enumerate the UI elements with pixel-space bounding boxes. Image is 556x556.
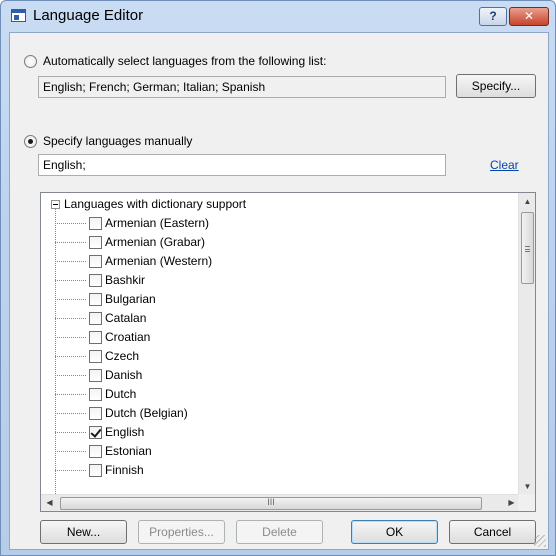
resize-grip-icon[interactable]: [534, 535, 546, 547]
horizontal-scrollbar[interactable]: ◀ III ▶: [41, 494, 520, 511]
close-button[interactable]: ✕: [509, 7, 549, 26]
tree-item[interactable]: Armenian (Grabar): [55, 234, 205, 250]
tree-item[interactable]: Bulgarian: [55, 291, 156, 307]
language-checkbox[interactable]: [89, 254, 102, 268]
tree-connector: [55, 260, 86, 262]
tree-item[interactable]: Danish: [55, 367, 142, 383]
language-label: Danish: [105, 368, 143, 382]
tree-connector: [55, 469, 86, 471]
tree-root-label: Languages with dictionary support: [64, 197, 247, 211]
language-checkbox[interactable]: [89, 463, 102, 477]
tree-connector: [55, 317, 86, 319]
scroll-corner: [518, 494, 535, 511]
language-label: Dutch: [105, 387, 137, 401]
language-label: English: [105, 425, 145, 439]
tree-connector: [55, 222, 86, 224]
language-label: Armenian (Grabar): [105, 235, 206, 249]
scroll-left-icon[interactable]: ◀: [41, 495, 58, 511]
language-editor-window: Language Editor ? ✕ Automatically select…: [0, 0, 556, 556]
app-window-icon: [11, 9, 26, 22]
language-label: Dutch (Belgian): [105, 406, 188, 420]
tree-root-node[interactable]: Languages with dictionary support: [51, 196, 246, 212]
auto-select-radio[interactable]: [24, 54, 37, 68]
tree-item[interactable]: Croatian: [55, 329, 150, 345]
manual-languages-input[interactable]: English;: [38, 154, 446, 176]
tree-connector: [55, 241, 86, 243]
language-checkbox[interactable]: [89, 292, 102, 306]
delete-button[interactable]: Delete: [236, 520, 323, 544]
language-label: Finnish: [105, 463, 144, 477]
language-checkbox[interactable]: [89, 273, 102, 287]
tree-connector: [55, 393, 86, 395]
tree-item[interactable]: Bashkir: [55, 272, 145, 288]
auto-languages-field: English; French; German; Italian; Spanis…: [38, 76, 446, 98]
language-checkbox[interactable]: [89, 444, 102, 458]
tree-connector: [55, 431, 86, 433]
language-checkbox[interactable]: [89, 235, 102, 249]
language-checkbox[interactable]: [89, 425, 102, 439]
horizontal-scroll-thumb[interactable]: III: [60, 497, 482, 510]
language-checkbox[interactable]: [89, 349, 102, 363]
tree-connector: [55, 298, 86, 300]
window-title: Language Editor: [33, 7, 144, 24]
tree-connector: [55, 412, 86, 414]
scroll-down-icon[interactable]: ▼: [519, 478, 535, 495]
language-label: Bulgarian: [105, 292, 156, 306]
vertical-scrollbar[interactable]: ▲ ▼: [518, 193, 535, 495]
help-button[interactable]: ?: [479, 7, 507, 26]
language-label: Armenian (Eastern): [105, 216, 210, 230]
tree-item[interactable]: English: [55, 424, 144, 440]
ok-button[interactable]: OK: [351, 520, 438, 544]
tree-item[interactable]: Estonian: [55, 443, 152, 459]
title-bar[interactable]: Language Editor ? ✕: [1, 1, 556, 31]
language-checkbox[interactable]: [89, 216, 102, 230]
language-checkbox[interactable]: [89, 406, 102, 420]
scroll-up-icon[interactable]: ▲: [519, 193, 535, 210]
tree-item[interactable]: Armenian (Western): [55, 253, 212, 269]
tree-item[interactable]: Catalan: [55, 310, 146, 326]
language-label: Estonian: [105, 444, 152, 458]
language-label: Croatian: [105, 330, 151, 344]
dialog-client-area: Automatically select languages from the …: [9, 32, 549, 550]
language-checkbox[interactable]: [89, 311, 102, 325]
language-checkbox[interactable]: [89, 368, 102, 382]
tree-item[interactable]: Dutch (Belgian): [55, 405, 188, 421]
auto-select-option[interactable]: Automatically select languages from the …: [24, 54, 326, 68]
manual-option[interactable]: Specify languages manually: [24, 134, 192, 148]
tree-connector: [55, 450, 86, 452]
tree-connector: [55, 355, 86, 357]
language-label: Armenian (Western): [105, 254, 213, 268]
manual-label: Specify languages manually: [43, 134, 193, 148]
tree-connector: [55, 336, 86, 338]
collapse-icon[interactable]: [51, 199, 60, 209]
specify-button[interactable]: Specify...: [456, 74, 536, 98]
tree-item[interactable]: Finnish: [55, 462, 144, 478]
language-label: Catalan: [105, 311, 147, 325]
languages-tree[interactable]: Languages with dictionary support Armeni…: [40, 192, 536, 512]
tree-item[interactable]: Dutch: [55, 386, 136, 402]
properties-button[interactable]: Properties...: [138, 520, 225, 544]
manual-radio[interactable]: [24, 134, 37, 148]
tree-connector: [55, 374, 86, 376]
language-label: Bashkir: [105, 273, 146, 287]
new-button[interactable]: New...: [40, 520, 127, 544]
language-label: Czech: [105, 349, 140, 363]
auto-select-label: Automatically select languages from the …: [43, 54, 327, 68]
clear-link[interactable]: Clear: [490, 158, 519, 172]
cancel-button[interactable]: Cancel: [449, 520, 536, 544]
tree-item[interactable]: Czech: [55, 348, 139, 364]
language-checkbox[interactable]: [89, 387, 102, 401]
tree-item[interactable]: Armenian (Eastern): [55, 215, 209, 231]
language-checkbox[interactable]: [89, 330, 102, 344]
tree-connector: [55, 279, 86, 281]
vertical-scroll-thumb[interactable]: [521, 212, 534, 284]
